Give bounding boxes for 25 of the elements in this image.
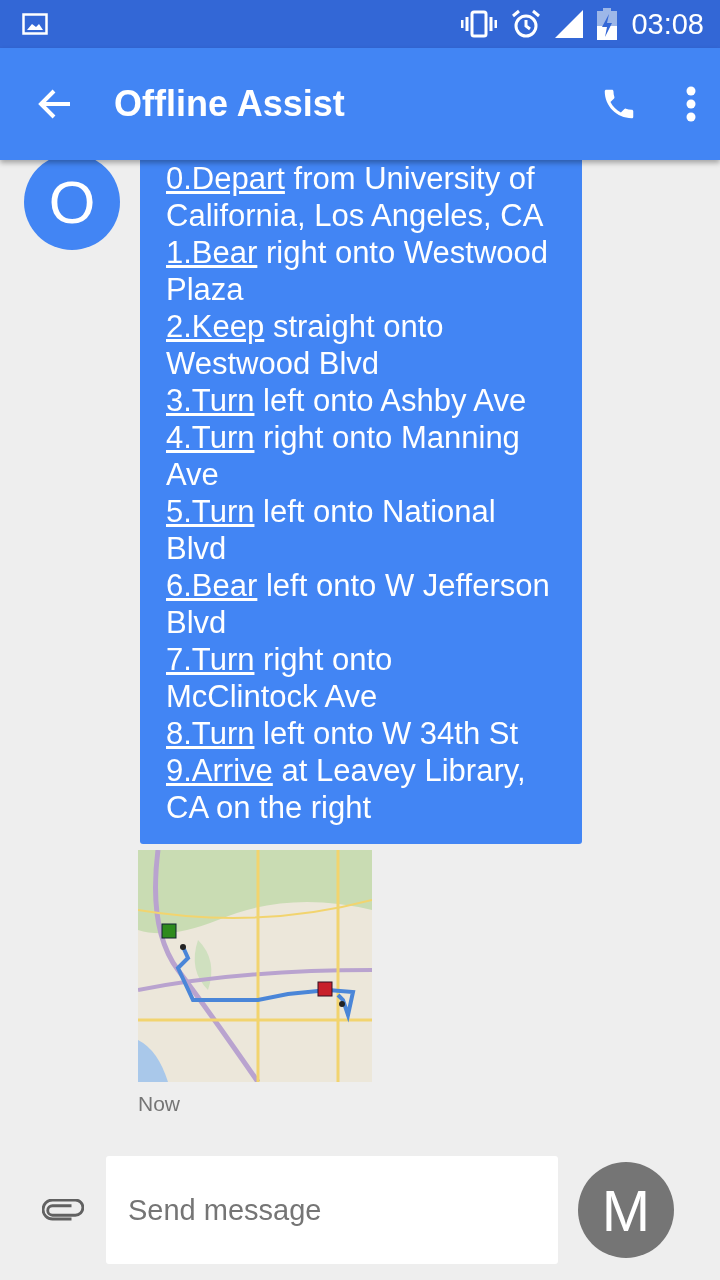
- direction-step: 9.Arrive at Leavey Library, CA on the right: [166, 752, 552, 826]
- signal-icon: [555, 10, 584, 38]
- alarm-icon: [511, 9, 542, 39]
- step-link[interactable]: 5.Turn: [166, 494, 255, 529]
- step-link[interactable]: 9.Arrive: [166, 753, 273, 788]
- user-avatar: M: [578, 1162, 674, 1258]
- step-link[interactable]: 3.Turn: [166, 383, 255, 418]
- step-link[interactable]: 7.Turn: [166, 642, 255, 677]
- vibrate-icon: [461, 10, 498, 38]
- step-link[interactable]: 2.Keep: [166, 309, 265, 344]
- step-link[interactable]: 1.Bear: [166, 235, 258, 270]
- direction-step: 8.Turn left onto W 34th St: [166, 715, 552, 752]
- direction-step: 3.Turn left onto Ashby Ave: [166, 382, 552, 419]
- attach-icon[interactable]: [42, 1199, 84, 1221]
- step-link[interactable]: 0.Depart: [166, 161, 285, 196]
- picture-icon: [22, 13, 48, 35]
- step-link[interactable]: 4.Turn: [166, 420, 255, 455]
- battery-icon: [597, 8, 618, 40]
- message-timestamp: Now: [138, 1092, 181, 1116]
- message-input[interactable]: Send message: [106, 1156, 558, 1264]
- step-link[interactable]: 6.Bear: [166, 568, 258, 603]
- contact-avatar: O: [24, 160, 120, 250]
- conversation-title: Offline Assist: [114, 83, 346, 125]
- step-link[interactable]: 8.Turn: [166, 716, 255, 751]
- clock-time: 03:08: [631, 7, 704, 41]
